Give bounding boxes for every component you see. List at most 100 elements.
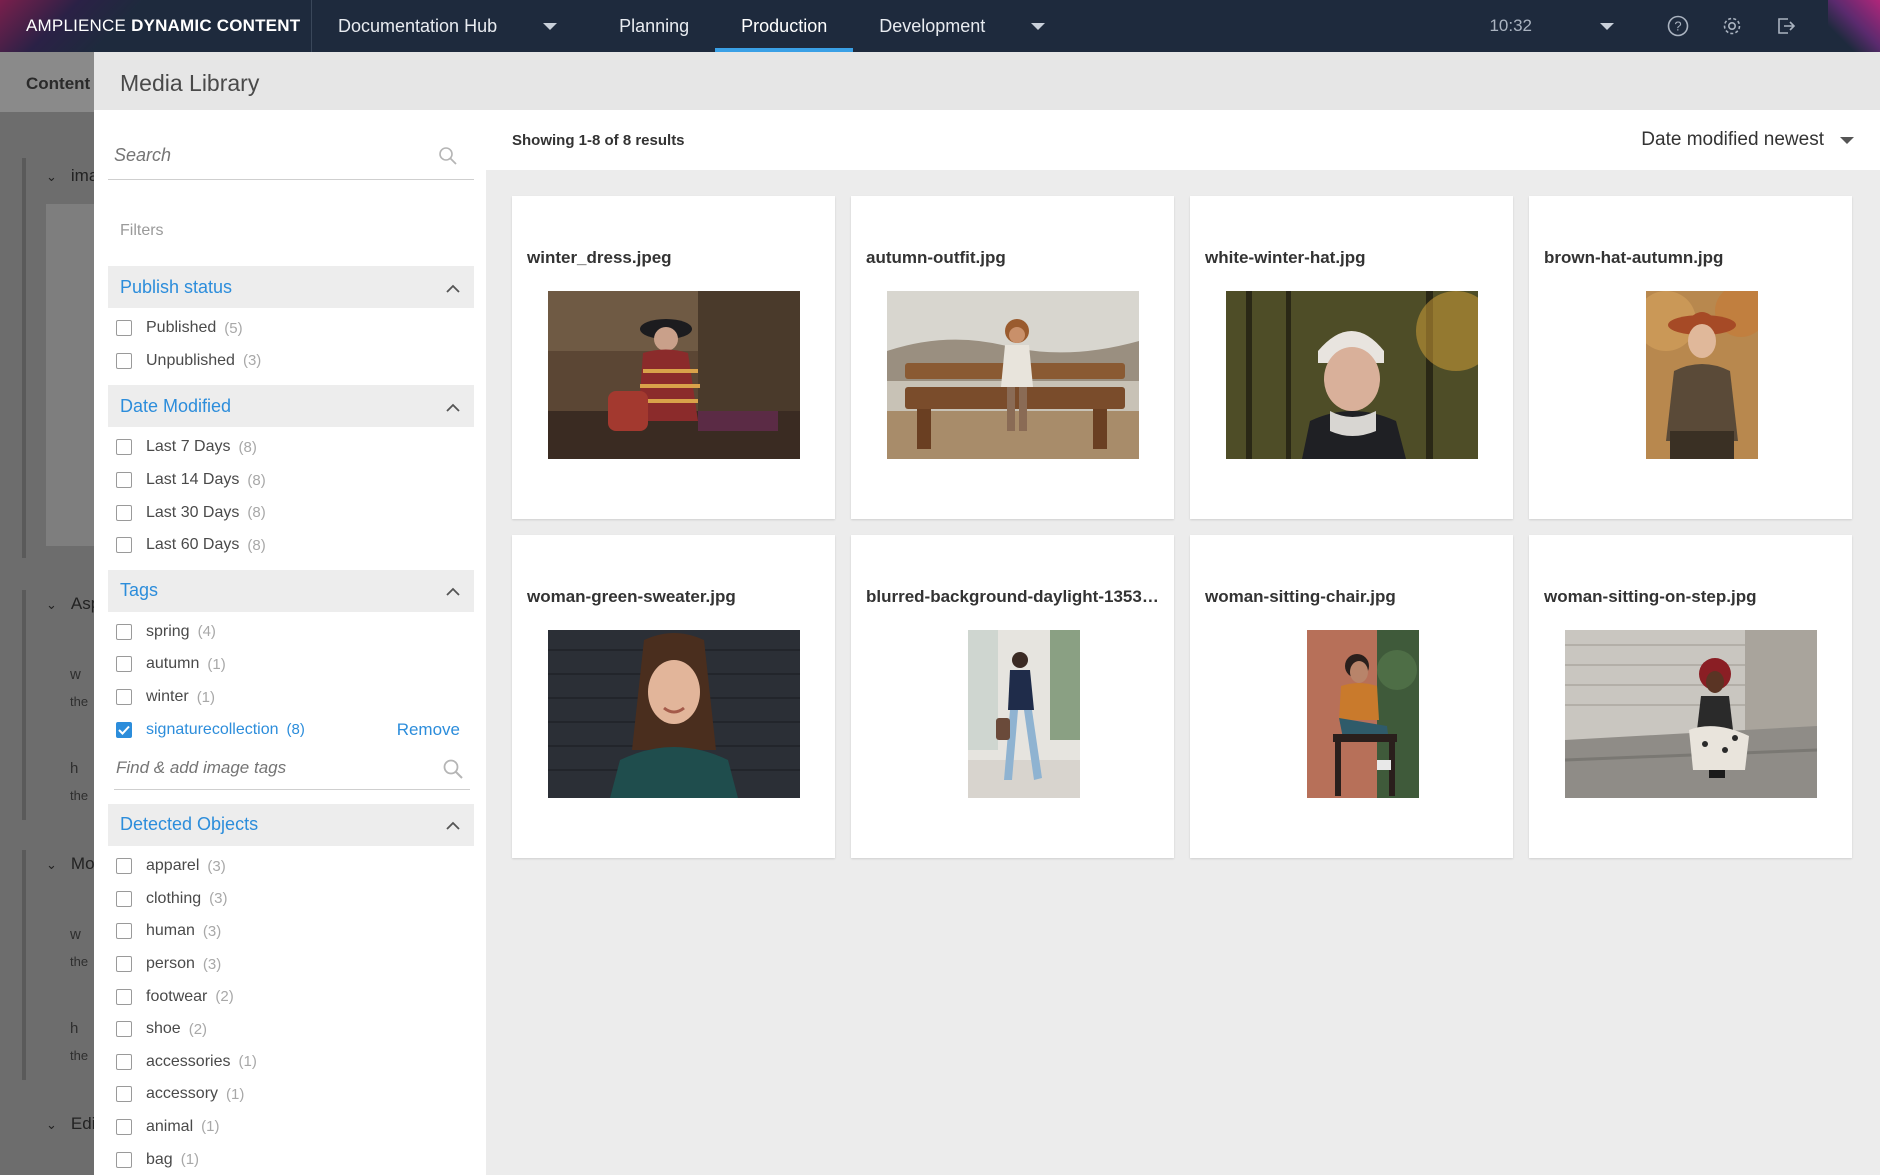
brand-light: AMPLIENCE bbox=[26, 16, 127, 35]
asset-name: woman-sitting-on-step.jpg bbox=[1544, 587, 1757, 606]
section-tags[interactable]: Tags bbox=[108, 569, 474, 612]
asset-card[interactable]: winter_dress.jpeg bbox=[512, 196, 835, 519]
filter-object-clothing[interactable]: clothing (3) bbox=[94, 883, 486, 916]
search-icon[interactable] bbox=[442, 758, 464, 785]
gear-icon[interactable] bbox=[1720, 14, 1744, 38]
checkbox[interactable] bbox=[116, 1118, 132, 1135]
checkbox[interactable] bbox=[116, 858, 132, 875]
asset-card[interactable]: white-winter-hat.jpg bbox=[1190, 196, 1513, 519]
checkbox[interactable] bbox=[116, 537, 132, 554]
chevron-down-icon[interactable] bbox=[1600, 22, 1614, 30]
checkbox[interactable] bbox=[116, 1021, 132, 1038]
filter-tag-autumn[interactable]: autumn (1) bbox=[94, 648, 486, 681]
filter-tag-spring[interactable]: spring (4) bbox=[94, 616, 486, 649]
filter-last-7-days[interactable]: Last 7 Days (8) bbox=[94, 431, 486, 464]
nav-planning[interactable]: Planning bbox=[593, 0, 715, 52]
filter-last-30-days[interactable]: Last 30 Days (8) bbox=[94, 496, 486, 529]
filter-object-apparel[interactable]: apparel (3) bbox=[94, 850, 486, 883]
asset-thumbnail[interactable] bbox=[1565, 630, 1817, 798]
results-bar: Showing 1-8 of 8 results Date modified n… bbox=[486, 110, 1880, 170]
chevron-up-icon[interactable] bbox=[446, 814, 460, 835]
asset-card[interactable]: woman-green-sweater.jpg bbox=[512, 535, 835, 858]
checkbox[interactable] bbox=[116, 439, 132, 456]
chevron-down-icon[interactable] bbox=[1840, 136, 1854, 144]
filter-label: apparel bbox=[146, 857, 200, 875]
filter-count: (1) bbox=[207, 655, 226, 673]
asset-grid: winter_dress.jpeg autumn-outfit.jpg whit… bbox=[512, 196, 1854, 858]
filter-object-accessory[interactable]: accessory (1) bbox=[94, 1078, 486, 1111]
nav-development[interactable]: Development bbox=[853, 0, 1081, 52]
chevron-up-icon[interactable] bbox=[446, 277, 460, 298]
section-date-modified[interactable]: Date Modified bbox=[108, 385, 474, 428]
chevron-up-icon[interactable] bbox=[446, 396, 460, 417]
hub-selector[interactable]: Documentation Hub bbox=[312, 0, 593, 52]
filter-object-human[interactable]: human (3) bbox=[94, 915, 486, 948]
checkbox[interactable] bbox=[116, 988, 132, 1005]
asset-card[interactable]: woman-sitting-on-step.jpg bbox=[1529, 535, 1852, 858]
section-publish-status[interactable]: Publish status bbox=[108, 266, 474, 308]
filter-count: (8) bbox=[247, 471, 266, 489]
checkbox[interactable] bbox=[116, 1151, 132, 1168]
checkbox[interactable] bbox=[116, 890, 132, 907]
filter-count: (8) bbox=[247, 504, 266, 522]
asset-card[interactable]: brown-hat-autumn.jpg bbox=[1529, 196, 1852, 519]
checkbox[interactable] bbox=[116, 472, 132, 489]
asset-thumbnail[interactable] bbox=[1646, 291, 1758, 459]
asset-thumbnail[interactable] bbox=[548, 630, 800, 798]
asset-thumbnail[interactable] bbox=[968, 630, 1080, 798]
remove-tag-button[interactable]: Remove bbox=[397, 720, 460, 740]
check-icon bbox=[118, 725, 130, 735]
brand-logo[interactable]: AMPLIENCE DYNAMIC CONTENT bbox=[0, 0, 312, 52]
nav-production[interactable]: Production bbox=[715, 0, 854, 52]
chevron-down-icon[interactable] bbox=[1031, 22, 1046, 30]
checkbox[interactable] bbox=[116, 656, 132, 673]
filter-label: Last 30 Days bbox=[146, 503, 240, 521]
filter-tag-winter[interactable]: winter (1) bbox=[94, 681, 486, 714]
asset-thumbnail[interactable] bbox=[1226, 291, 1478, 459]
chevron-up-icon[interactable] bbox=[446, 580, 460, 601]
filter-label: human bbox=[146, 922, 195, 940]
checkbox[interactable] bbox=[116, 923, 132, 940]
logout-icon[interactable] bbox=[1774, 14, 1798, 38]
filter-object-person[interactable]: person (3) bbox=[94, 948, 486, 981]
filter-object-shoe[interactable]: shoe (2) bbox=[94, 1013, 486, 1046]
search-box bbox=[108, 130, 474, 180]
sort-dropdown[interactable]: Date modified newest bbox=[1641, 129, 1854, 151]
asset-thumbnail[interactable] bbox=[548, 291, 800, 459]
asset-card[interactable]: blurred-background-daylight-13530… bbox=[851, 535, 1174, 858]
filter-label: signaturecollection bbox=[146, 720, 279, 738]
filter-count: (3) bbox=[207, 857, 226, 875]
checkbox[interactable] bbox=[116, 1086, 132, 1103]
checkbox[interactable] bbox=[116, 320, 132, 337]
filter-object-accessories[interactable]: accessories (1) bbox=[94, 1046, 486, 1079]
filter-published[interactable]: Published (5) bbox=[94, 312, 486, 345]
filter-object-animal[interactable]: animal (1) bbox=[94, 1111, 486, 1144]
asset-thumbnail[interactable] bbox=[1307, 630, 1419, 798]
background-divider bbox=[22, 158, 26, 558]
checkbox[interactable] bbox=[116, 956, 132, 973]
checkbox[interactable] bbox=[116, 689, 132, 706]
checkbox[interactable] bbox=[116, 623, 132, 640]
filter-object-bag[interactable]: bag (1) bbox=[94, 1143, 486, 1175]
filter-label: Unpublished bbox=[146, 351, 235, 369]
asset-card[interactable]: woman-sitting-chair.jpg bbox=[1190, 535, 1513, 858]
chevron-down-icon[interactable] bbox=[543, 22, 558, 30]
background-header: Content I bbox=[0, 52, 94, 112]
help-icon[interactable]: ? bbox=[1666, 14, 1690, 38]
checkbox-checked[interactable] bbox=[116, 721, 132, 738]
filter-last-60-days[interactable]: Last 60 Days (8) bbox=[94, 529, 486, 562]
checkbox[interactable] bbox=[116, 504, 132, 521]
filter-tag-signaturecollection[interactable]: signaturecollection (8) Remove bbox=[94, 713, 486, 746]
asset-card[interactable]: autumn-outfit.jpg bbox=[851, 196, 1174, 519]
search-input[interactable] bbox=[108, 130, 408, 170]
section-detected-objects[interactable]: Detected Objects bbox=[108, 803, 474, 846]
search-icon[interactable] bbox=[438, 146, 458, 171]
filter-object-footwear[interactable]: footwear (2) bbox=[94, 980, 486, 1013]
checkbox[interactable] bbox=[116, 352, 132, 369]
tag-search-input[interactable] bbox=[114, 749, 414, 786]
checkbox[interactable] bbox=[116, 1053, 132, 1070]
filter-last-14-days[interactable]: Last 14 Days (8) bbox=[94, 464, 486, 497]
filter-unpublished[interactable]: Unpublished (3) bbox=[94, 345, 486, 378]
asset-thumbnail[interactable] bbox=[887, 291, 1139, 459]
brand-decoration bbox=[1828, 0, 1880, 52]
